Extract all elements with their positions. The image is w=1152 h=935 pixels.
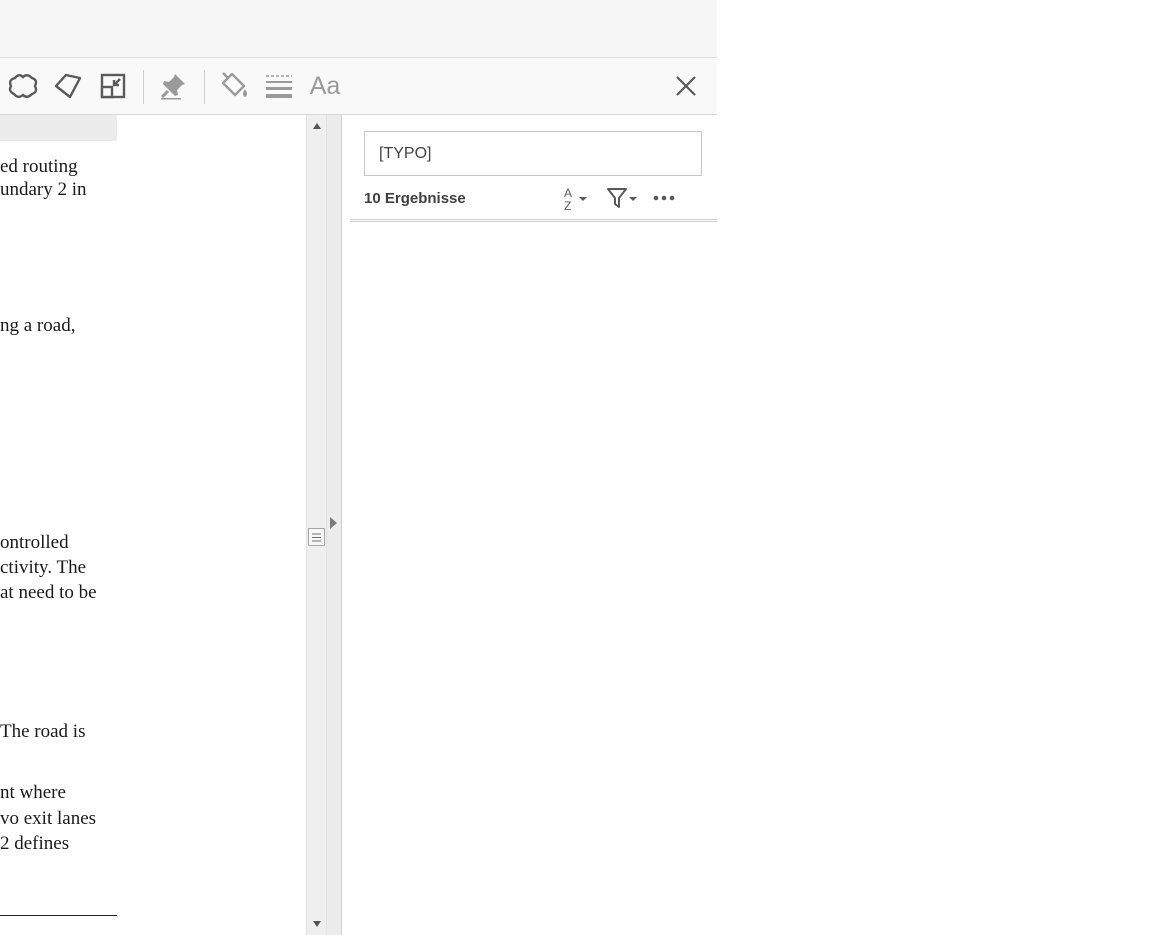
document-text-line: 2 defines bbox=[0, 833, 70, 854]
document-text-line: ng a road, bbox=[0, 315, 76, 336]
svg-text:A: A bbox=[564, 186, 572, 200]
sort-az-icon[interactable]: A Z bbox=[560, 183, 590, 213]
scroll-down-arrow-icon[interactable] bbox=[307, 915, 327, 933]
close-icon[interactable] bbox=[669, 69, 703, 103]
line-style-icon[interactable] bbox=[262, 69, 296, 103]
grip-icon bbox=[312, 533, 321, 541]
search-input[interactable] bbox=[364, 131, 702, 176]
search-panel: 10 Ergebnisse A Z bbox=[342, 115, 717, 935]
svg-text:Z: Z bbox=[564, 199, 571, 213]
panel-splitter[interactable] bbox=[326, 115, 342, 935]
document-text-line: ctivity. The bbox=[0, 557, 87, 578]
document-header-strip bbox=[0, 115, 117, 141]
document-text-line: vo exit lanes bbox=[0, 808, 97, 829]
results-divider bbox=[350, 219, 717, 222]
toolbar-separator bbox=[143, 70, 144, 104]
pin-icon[interactable] bbox=[156, 69, 190, 103]
polygon-icon[interactable] bbox=[51, 69, 85, 103]
collapse-panel-arrow-icon[interactable] bbox=[330, 517, 337, 529]
document-text-line: ontrolled bbox=[0, 532, 69, 553]
document-text-line: The road is bbox=[0, 721, 86, 742]
scroll-thumb[interactable] bbox=[308, 528, 325, 546]
document-text-line: ed routing bbox=[0, 156, 78, 177]
document-text-line: nt where bbox=[0, 782, 66, 803]
document-footnote-rule bbox=[0, 915, 117, 916]
document-text-line: at need to be bbox=[0, 582, 97, 603]
title-bar bbox=[0, 0, 717, 58]
result-count: 10 Ergebnisse bbox=[364, 190, 466, 207]
document-text-line: undary 2 in bbox=[0, 179, 87, 200]
markup-toolbar: Aa bbox=[0, 58, 717, 115]
font-icon-label: Aa bbox=[309, 71, 341, 100]
more-options-icon[interactable] bbox=[652, 183, 680, 213]
document-scrollbar[interactable] bbox=[306, 115, 326, 935]
filter-icon[interactable] bbox=[605, 183, 639, 213]
font-icon[interactable]: Aa bbox=[306, 69, 344, 103]
cloud-shape-icon[interactable] bbox=[6, 69, 40, 103]
document-view: ed routing undary 2 in ng a road, ontrol… bbox=[0, 115, 117, 935]
paint-bucket-icon[interactable] bbox=[217, 69, 251, 103]
scroll-up-arrow-icon[interactable] bbox=[307, 117, 327, 135]
resize-icon[interactable] bbox=[96, 69, 130, 103]
toolbar-separator bbox=[204, 70, 205, 104]
